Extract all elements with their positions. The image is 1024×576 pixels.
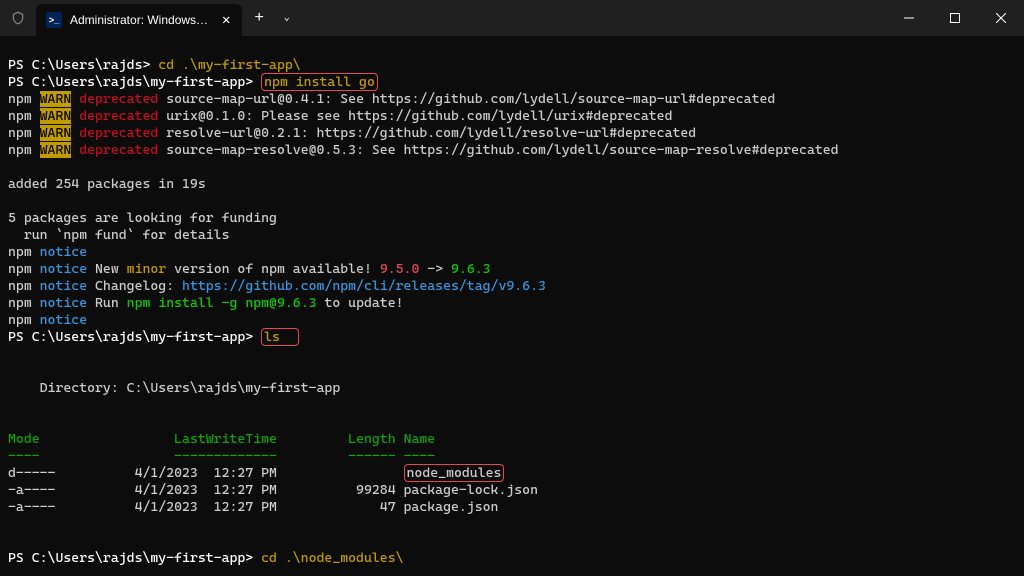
highlight-box: npm install go [261, 73, 378, 91]
output-text: npm [8, 91, 40, 107]
tab-title: Administrator: Windows Powe… [70, 13, 210, 27]
list-item: -a---- 4/1/2023 12:27 PM 99284 [8, 482, 404, 498]
output-text: added 254 packages in 19s [8, 176, 206, 192]
changelog-url: https://github.com/npm/cli/releases/tag/… [182, 278, 546, 294]
warn-badge: WARN [40, 91, 72, 107]
prompt: PS C:\Users\rajds> [8, 57, 158, 73]
warn-badge: WARN [40, 125, 72, 141]
minimize-button[interactable] [886, 0, 932, 36]
command: cd .\my-first-app\ [158, 57, 300, 73]
output-text: source-map-url@0.4.1: See https://github… [158, 91, 775, 107]
prompt: PS C:\Users\rajds\my-first-app> [8, 550, 261, 566]
column-header: Name [404, 431, 436, 447]
command: npm install go [264, 74, 375, 90]
maximize-button[interactable] [932, 0, 978, 36]
notice-label: notice [40, 244, 87, 260]
tab-dropdown-button[interactable]: ⌄ [276, 12, 298, 24]
column-header: LastWriteTime [174, 431, 277, 447]
shield-icon [0, 0, 36, 36]
close-icon[interactable]: ✕ [218, 12, 234, 29]
new-version: 9.6.3 [451, 261, 491, 277]
column-header: Length [348, 431, 395, 447]
command: cd .\node_modules\ [261, 550, 403, 566]
window-controls [886, 0, 1024, 36]
titlebar: >_ Administrator: Windows Powe… ✕ + ⌄ [0, 0, 1024, 36]
warn-badge: WARN [40, 108, 72, 124]
output-text: 5 packages are looking for funding [8, 210, 277, 226]
prompt: PS C:\Users\rajds\my-first-app> [8, 74, 261, 90]
close-window-button[interactable] [978, 0, 1024, 36]
highlight-box: node_modules [404, 464, 505, 482]
highlight-box: ls [261, 328, 299, 346]
column-header: Mode [8, 431, 40, 447]
prompt: PS C:\Users\rajds\my-first-app> [8, 329, 261, 345]
deprecated-label: deprecated [79, 91, 158, 107]
powershell-icon: >_ [46, 12, 62, 28]
tab-active[interactable]: >_ Administrator: Windows Powe… ✕ [36, 4, 242, 36]
output-text: run `npm fund` for details [8, 227, 229, 243]
old-version: 9.5.0 [380, 261, 420, 277]
list-item: -a---- 4/1/2023 12:27 PM 47 [8, 499, 404, 515]
warn-badge: WARN [40, 142, 72, 158]
terminal-output[interactable]: PS C:\Users\rajds> cd .\my-first-app\ PS… [0, 36, 1024, 571]
command: ls [264, 329, 280, 345]
directory-header: Directory: C:\Users\rajds\my-first-app [8, 380, 340, 396]
update-command: npm install -g npm@9.6.3 [127, 295, 317, 311]
new-tab-button[interactable]: + [242, 9, 275, 27]
list-item: d----- 4/1/2023 12:27 PM [8, 465, 404, 481]
